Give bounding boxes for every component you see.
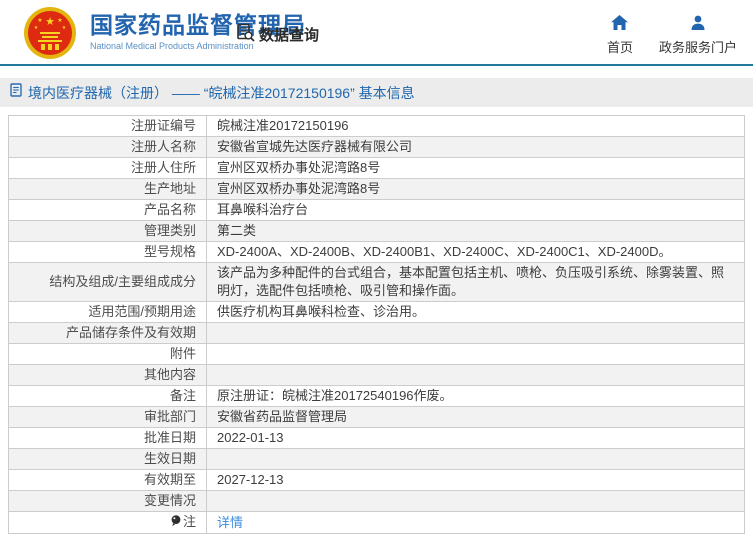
row-value: XD-2400A、XD-2400B、XD-2400B1、XD-2400C、XD-… bbox=[206, 241, 745, 263]
row-value: 供医疗机构耳鼻喉科检查、诊治用。 bbox=[206, 301, 745, 323]
site-header: ★ ★ ★ ★ ★ 国家药品监督管理局 National Medical Pro… bbox=[0, 0, 753, 66]
svg-text:★: ★ bbox=[34, 25, 39, 31]
table-row: 生产地址 宣州区双桥办事处泥湾路8号 bbox=[8, 178, 745, 200]
table-row: 批准日期 2022-01-13 bbox=[8, 427, 745, 449]
table-row: 其他内容 bbox=[8, 364, 745, 386]
doc-search-icon bbox=[236, 23, 255, 46]
nav-home[interactable]: 首页 bbox=[607, 15, 633, 56]
row-label: 产品名称 bbox=[8, 199, 207, 221]
person-icon bbox=[690, 15, 706, 33]
row-value: 2027-12-13 bbox=[206, 469, 745, 491]
table-row: 生效日期 bbox=[8, 448, 745, 470]
row-label: 注册证编号 bbox=[8, 115, 207, 137]
page-title: 境内医疗器械（注册） —— “皖械注准20172150196” 基本信息 bbox=[28, 84, 415, 101]
national-emblem-icon: ★ ★ ★ ★ ★ bbox=[24, 7, 76, 59]
row-label: 备注 bbox=[8, 385, 207, 407]
table-row: 型号规格 XD-2400A、XD-2400B、XD-2400B1、XD-2400C… bbox=[8, 241, 745, 263]
table-row: 管理类别 第二类 bbox=[8, 220, 745, 242]
nav-portal-label: 政务服务门户 bbox=[658, 40, 737, 55]
row-value: 安徽省药品监督管理局 bbox=[206, 406, 745, 428]
detail-link[interactable]: 详情 bbox=[217, 515, 243, 530]
row-label: 结构及组成/主要组成成分 bbox=[8, 262, 207, 302]
table-row: 注册人名称 安徽省宣城先达医疗器械有限公司 bbox=[8, 136, 745, 158]
row-value: 2022-01-13 bbox=[206, 427, 745, 449]
document-icon bbox=[10, 83, 22, 102]
row-value: 原注册证：皖械注准20172540196作废。 bbox=[206, 385, 745, 407]
row-label: 变更情况 bbox=[8, 490, 207, 512]
table-row: 注册证编号 皖械注准20172150196 bbox=[8, 115, 745, 137]
row-value: 皖械注准20172150196 bbox=[206, 115, 745, 137]
row-label: 审批部门 bbox=[8, 406, 207, 428]
row-label: 有效期至 bbox=[8, 469, 207, 491]
header-right-nav: 首页 政务服务门户 bbox=[607, 15, 737, 56]
table-row: 注册人住所 宣州区双桥办事处泥湾路8号 bbox=[8, 157, 745, 179]
breadcrumb: 境内医疗器械（注册） —— “皖械注准20172150196” 基本信息 bbox=[0, 78, 753, 107]
row-label: 生产地址 bbox=[8, 178, 207, 200]
table-row: 产品名称 耳鼻喉科治疗台 bbox=[8, 199, 745, 221]
table-row: 有效期至 2027-12-13 bbox=[8, 469, 745, 491]
row-value: 第二类 bbox=[206, 220, 745, 242]
row-value: 宣州区双桥办事处泥湾路8号 bbox=[206, 157, 745, 179]
table-row-note: 注 详情 bbox=[8, 511, 745, 534]
table-row: 审批部门 安徽省药品监督管理局 bbox=[8, 406, 745, 428]
balloon-icon bbox=[171, 514, 181, 532]
row-label: 注 bbox=[8, 511, 207, 534]
row-label: 型号规格 bbox=[8, 241, 207, 263]
row-value: 宣州区双桥办事处泥湾路8号 bbox=[206, 178, 745, 200]
row-value: 该产品为多种配件的台式组合，基本配置包括主机、喷枪、负压吸引系统、除雾装置、照明… bbox=[206, 262, 745, 302]
row-label: 附件 bbox=[8, 343, 207, 365]
row-label: 产品储存条件及有效期 bbox=[8, 322, 207, 344]
svg-text:★: ★ bbox=[45, 16, 55, 28]
row-label: 生效日期 bbox=[8, 448, 207, 470]
row-value bbox=[206, 448, 745, 470]
row-label: 注册人名称 bbox=[8, 136, 207, 158]
row-label: 适用范围/预期用途 bbox=[8, 301, 207, 323]
home-icon bbox=[611, 15, 629, 33]
row-value: 耳鼻喉科治疗台 bbox=[206, 199, 745, 221]
row-value bbox=[206, 343, 745, 365]
svg-text:★: ★ bbox=[57, 17, 62, 24]
row-label: 注册人住所 bbox=[8, 157, 207, 179]
table-row: 备注 原注册证：皖械注准20172540196作废。 bbox=[8, 385, 745, 407]
row-label: 其他内容 bbox=[8, 364, 207, 386]
nav-portal[interactable]: 政务服务门户 bbox=[659, 15, 737, 56]
table-row: 适用范围/预期用途 供医疗机构耳鼻喉科检查、诊治用。 bbox=[8, 301, 745, 323]
row-value bbox=[206, 490, 745, 512]
nav-data-query[interactable]: 数据查询 bbox=[236, 23, 319, 46]
registration-detail-table: 注册证编号 皖械注准20172150196 注册人名称 安徽省宣城先达医疗器械有限公… bbox=[8, 115, 745, 534]
table-row: 产品储存条件及有效期 bbox=[8, 322, 745, 344]
row-value bbox=[206, 322, 745, 344]
table-row: 附件 bbox=[8, 343, 745, 365]
svg-text:★: ★ bbox=[62, 25, 67, 31]
row-label: 管理类别 bbox=[8, 220, 207, 242]
table-row: 结构及组成/主要组成成分 该产品为多种配件的台式组合，基本配置包括主机、喷枪、负压… bbox=[8, 262, 745, 302]
svg-text:★: ★ bbox=[37, 17, 42, 24]
row-value: 安徽省宣城先达医疗器械有限公司 bbox=[206, 136, 745, 158]
note-label: 注 bbox=[182, 514, 196, 529]
row-value: 详情 bbox=[206, 511, 745, 534]
row-label: 批准日期 bbox=[8, 427, 207, 449]
table-row: 变更情况 bbox=[8, 490, 745, 512]
nav-data-query-label: 数据查询 bbox=[259, 27, 320, 44]
row-value bbox=[206, 364, 745, 386]
nav-home-label: 首页 bbox=[606, 40, 633, 55]
